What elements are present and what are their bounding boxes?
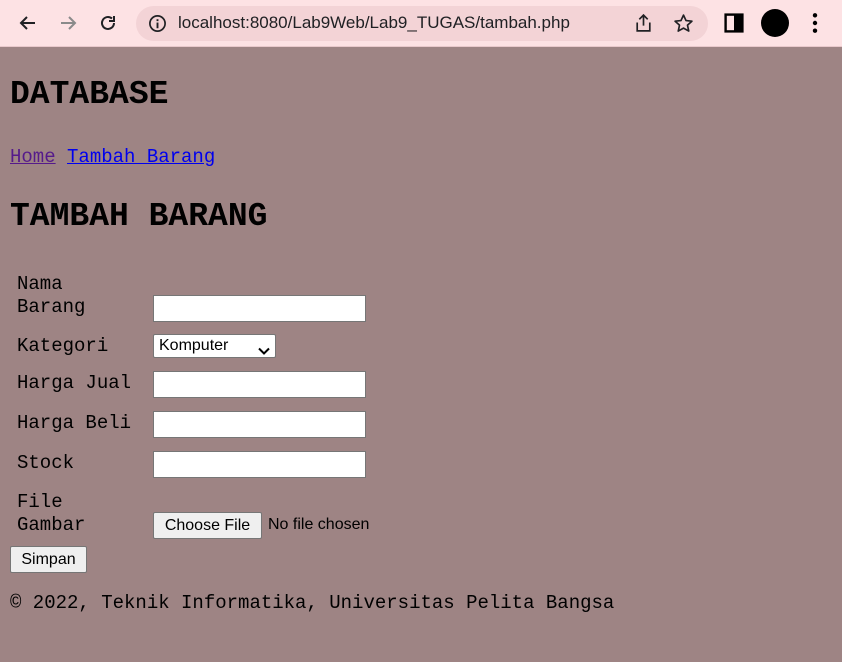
choose-file-button[interactable]: Choose File <box>153 512 262 539</box>
nav-link-tambah-barang[interactable]: Tambah Barang <box>67 146 215 168</box>
harga-jual-label: Harga Jual <box>17 372 132 394</box>
chevron-down-icon <box>258 341 270 363</box>
arrow-right-icon <box>61 16 77 30</box>
nama-barang-input[interactable] <box>153 295 366 322</box>
page-heading: TAMBAH BARANG <box>10 198 268 235</box>
nama-barang-label-line1: Nama <box>17 273 63 295</box>
bookmark-star-icon[interactable] <box>673 13 694 39</box>
more-menu-icon[interactable] <box>806 12 824 39</box>
kategori-label: Kategori <box>17 335 109 357</box>
site-info-icon[interactable] <box>148 14 167 38</box>
file-gambar-label-line2: Gambar <box>17 514 86 536</box>
share-icon[interactable] <box>633 13 654 39</box>
address-bar[interactable]: localhost:8080/Lab9Web/Lab9_TUGAS/tambah… <box>136 6 708 41</box>
back-button[interactable] <box>13 8 43 38</box>
browser-toolbar: localhost:8080/Lab9Web/Lab9_TUGAS/tambah… <box>0 0 842 47</box>
reload-button[interactable] <box>93 8 123 38</box>
forward-button[interactable] <box>53 8 83 38</box>
site-title: DATABASE <box>10 76 169 113</box>
file-status-text: No file chosen <box>268 516 370 533</box>
reload-icon <box>101 15 115 30</box>
simpan-button[interactable]: Simpan <box>10 546 87 573</box>
side-panel-icon[interactable] <box>722 11 746 40</box>
kategori-selected-value: Komputer <box>159 337 229 354</box>
stock-label: Stock <box>17 452 75 474</box>
page-content: DATABASE Home Tambah Barang TAMBAH BARAN… <box>0 48 842 662</box>
file-gambar-label: File Gambar <box>17 491 137 537</box>
footer-text: © 2022, Teknik Informatika, Universitas … <box>10 592 615 614</box>
main-nav: Home Tambah Barang <box>10 146 215 168</box>
stock-input[interactable] <box>153 451 366 478</box>
harga-jual-input[interactable] <box>153 371 366 398</box>
nama-barang-label: Nama Barang <box>17 273 137 319</box>
url-text[interactable]: localhost:8080/Lab9Web/Lab9_TUGAS/tambah… <box>178 13 570 33</box>
kategori-select[interactable]: Komputer <box>153 334 276 358</box>
profile-avatar[interactable] <box>761 9 789 37</box>
arrow-left-icon <box>19 16 35 30</box>
harga-beli-label: Harga Beli <box>17 412 132 434</box>
file-gambar-label-line1: File <box>17 491 63 513</box>
nav-link-home[interactable]: Home <box>10 146 56 168</box>
harga-beli-input[interactable] <box>153 411 366 438</box>
nama-barang-label-line2: Barang <box>17 296 86 318</box>
